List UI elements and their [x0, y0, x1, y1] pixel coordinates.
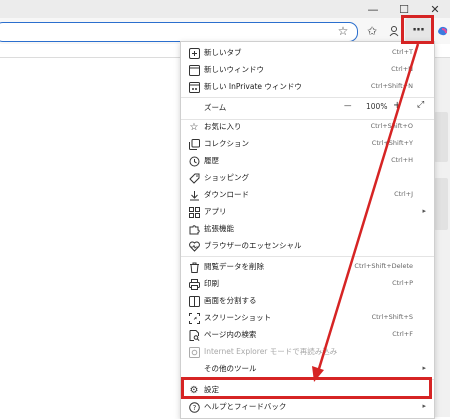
annotation-arrow [312, 43, 420, 382]
